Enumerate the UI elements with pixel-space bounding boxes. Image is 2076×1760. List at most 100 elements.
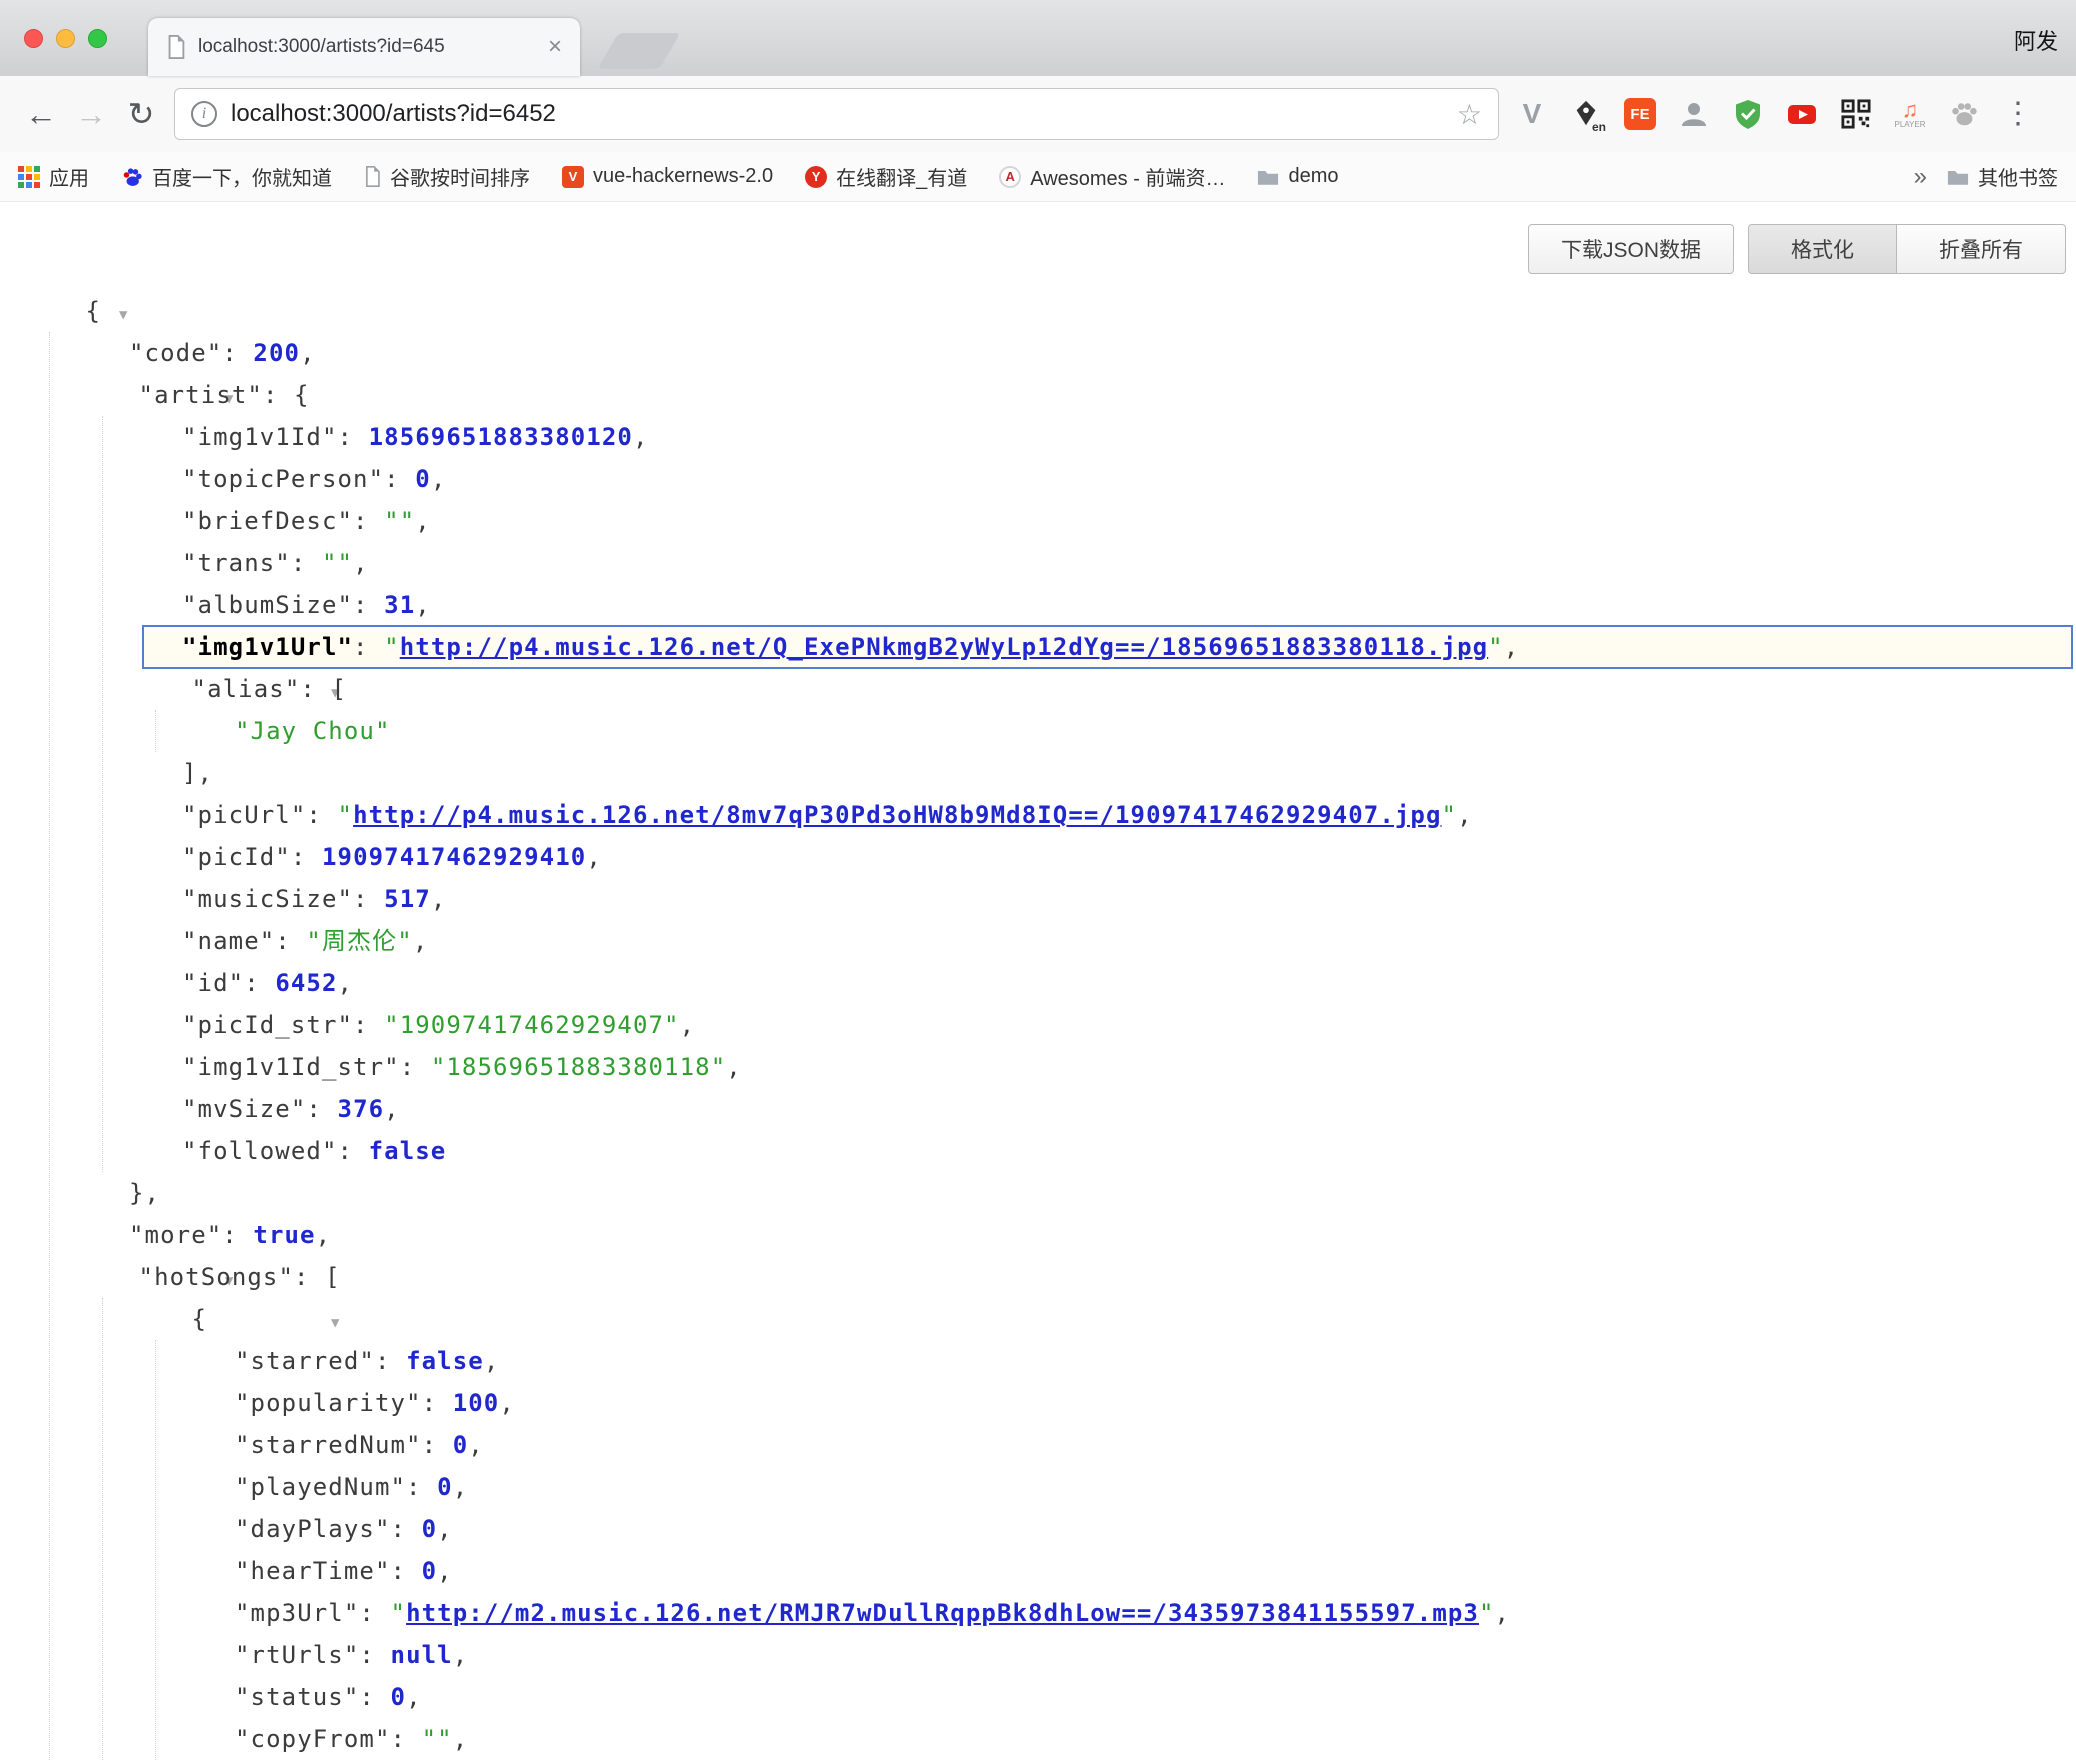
paw-extension-icon[interactable] — [1947, 97, 1981, 131]
json-token: 19097417462929410 — [322, 843, 586, 871]
json-token: , — [406, 1683, 422, 1711]
zoom-window-button[interactable] — [88, 29, 107, 48]
fe-extension-icon[interactable]: FE — [1623, 97, 1657, 131]
json-token: : — [359, 1683, 390, 1711]
json-token: " — [384, 633, 400, 661]
json-token: }, — [129, 1179, 160, 1207]
person-extension-icon[interactable] — [1677, 97, 1711, 131]
json-token: : — [306, 1095, 337, 1123]
json-token: : — [422, 1389, 453, 1417]
json-token: , — [300, 339, 316, 367]
collapse-triangle-icon[interactable]: ▼ — [331, 1315, 341, 1331]
tree-guide-line — [102, 416, 103, 1172]
forward-button[interactable]: → — [66, 96, 116, 133]
json-token: 6452 — [275, 969, 337, 997]
tree-guide-line — [155, 710, 156, 752]
json-token: " — [391, 1599, 407, 1627]
json-line: "starredNum": 0, — [0, 1424, 2076, 1466]
json-url-link[interactable]: http://p4.music.126.net/Q_ExePNkmgB2yWyL… — [400, 633, 1488, 661]
json-token: "starred" — [235, 1347, 375, 1375]
bookmarks-overflow-chevron[interactable]: » — [1914, 163, 1927, 191]
translate-extension-icon[interactable]: en — [1569, 97, 1603, 131]
browser-menu-icon[interactable]: ⋮ — [2001, 97, 2035, 131]
json-token: , — [726, 1053, 742, 1081]
tree-guide-line — [49, 332, 50, 1760]
browser-tab[interactable]: localhost:3000/artists?id=645 × — [148, 18, 580, 76]
bookmark-baidu[interactable]: 百度一下，你就知道 — [121, 162, 332, 191]
json-token: "Jay Chou" — [235, 717, 391, 745]
json-line: "img1v1Id": 18569651883380120, — [0, 416, 2076, 458]
download-json-button[interactable]: 下载JSON数据 — [1528, 224, 1734, 274]
json-line: "briefDesc": "", — [0, 500, 2076, 542]
json-line: "id": 6452, — [0, 962, 2076, 1004]
close-window-button[interactable] — [24, 29, 43, 48]
json-token: "briefDesc" — [182, 507, 353, 535]
json-line: "rtUrls": null, — [0, 1634, 2076, 1676]
json-line: "picId": 19097417462929410, — [0, 836, 2076, 878]
json-token: , — [1457, 801, 1473, 829]
json-token: "name" — [182, 927, 275, 955]
tab-close-icon[interactable]: × — [548, 35, 562, 59]
json-token: : — [353, 507, 384, 535]
json-line: ▼"artist": { — [0, 374, 2076, 416]
json-token: : — [338, 1137, 369, 1165]
apps-label: 应用 — [49, 162, 89, 191]
new-tab-button[interactable] — [598, 33, 681, 69]
json-token: 0 — [437, 1473, 453, 1501]
bookmark-youdao[interactable]: Y 在线翻译_有道 — [805, 162, 967, 191]
awesomes-icon: A — [999, 166, 1021, 188]
json-token: , — [437, 1515, 453, 1543]
bookmark-demo-folder[interactable]: demo — [1257, 165, 1338, 188]
json-token: : — [406, 1473, 437, 1501]
profile-name[interactable]: 阿发 — [2014, 24, 2058, 56]
json-token: ], — [182, 759, 213, 787]
json-token: : — [353, 633, 384, 661]
minimize-window-button[interactable] — [56, 29, 75, 48]
reload-button[interactable]: ↻ — [116, 95, 166, 133]
json-line: "status": 0, — [0, 1676, 2076, 1718]
vimium-extension-icon[interactable]: V — [1515, 97, 1549, 131]
json-token: , — [453, 1725, 469, 1753]
bookmark-star-icon[interactable]: ☆ — [1457, 98, 1482, 131]
json-token: : — [222, 1221, 253, 1249]
collapse-triangle-icon[interactable]: ▼ — [119, 307, 129, 323]
json-line: "more": true, — [0, 1214, 2076, 1256]
json-token: "19097417462929407" — [384, 1011, 679, 1039]
json-token: , — [1504, 633, 1520, 661]
back-button[interactable]: ← — [16, 96, 66, 133]
bookmark-label: Awesomes - 前端资… — [1030, 162, 1225, 191]
player-extension-icon[interactable]: ♫ PLAYER — [1893, 97, 1927, 131]
json-line: ], — [0, 752, 2076, 794]
qr-code-icon — [1841, 99, 1871, 129]
collapse-all-button[interactable]: 折叠所有 — [1897, 224, 2066, 274]
bookmark-google-sort[interactable]: 谷歌按时间排序 — [364, 162, 530, 191]
json-line: "starred": false, — [0, 1340, 2076, 1382]
json-line: "dayPlays": 0, — [0, 1508, 2076, 1550]
json-token: "picUrl" — [182, 801, 306, 829]
json-token: , — [484, 1347, 500, 1375]
json-token: "" — [422, 1725, 453, 1753]
address-bar[interactable]: i localhost:3000/artists?id=6452 ☆ — [174, 88, 1499, 140]
json-line: ▼{ — [0, 290, 2076, 332]
json-token: { — [86, 297, 102, 325]
site-info-icon[interactable]: i — [191, 101, 217, 127]
json-token: , — [384, 1095, 400, 1123]
json-token: , — [437, 1557, 453, 1585]
bookmark-vue-hackernews[interactable]: V vue-hackernews-2.0 — [562, 165, 773, 188]
other-bookmarks-folder[interactable]: 其他书签 — [1947, 162, 2058, 191]
youtube-extension-icon[interactable] — [1785, 97, 1819, 131]
format-button[interactable]: 格式化 — [1748, 224, 1897, 274]
json-url-link[interactable]: http://p4.music.126.net/8mv7qP30Pd3oHW8b… — [353, 801, 1441, 829]
shield-icon — [1732, 98, 1764, 130]
qr-code-extension-icon[interactable] — [1839, 97, 1873, 131]
json-token: : — [244, 969, 275, 997]
json-token: "copyFrom" — [235, 1725, 391, 1753]
json-token: , — [415, 591, 431, 619]
shield-extension-icon[interactable] — [1731, 97, 1765, 131]
bookmark-awesomes[interactable]: A Awesomes - 前端资… — [999, 162, 1225, 191]
json-url-link[interactable]: http://m2.music.126.net/RMJR7wDullRqppBk… — [406, 1599, 1479, 1627]
json-token: "trans" — [182, 549, 291, 577]
v-square-icon: V — [562, 166, 584, 188]
apps-shortcut[interactable]: 应用 — [18, 162, 89, 191]
folder-icon — [1947, 168, 1969, 186]
